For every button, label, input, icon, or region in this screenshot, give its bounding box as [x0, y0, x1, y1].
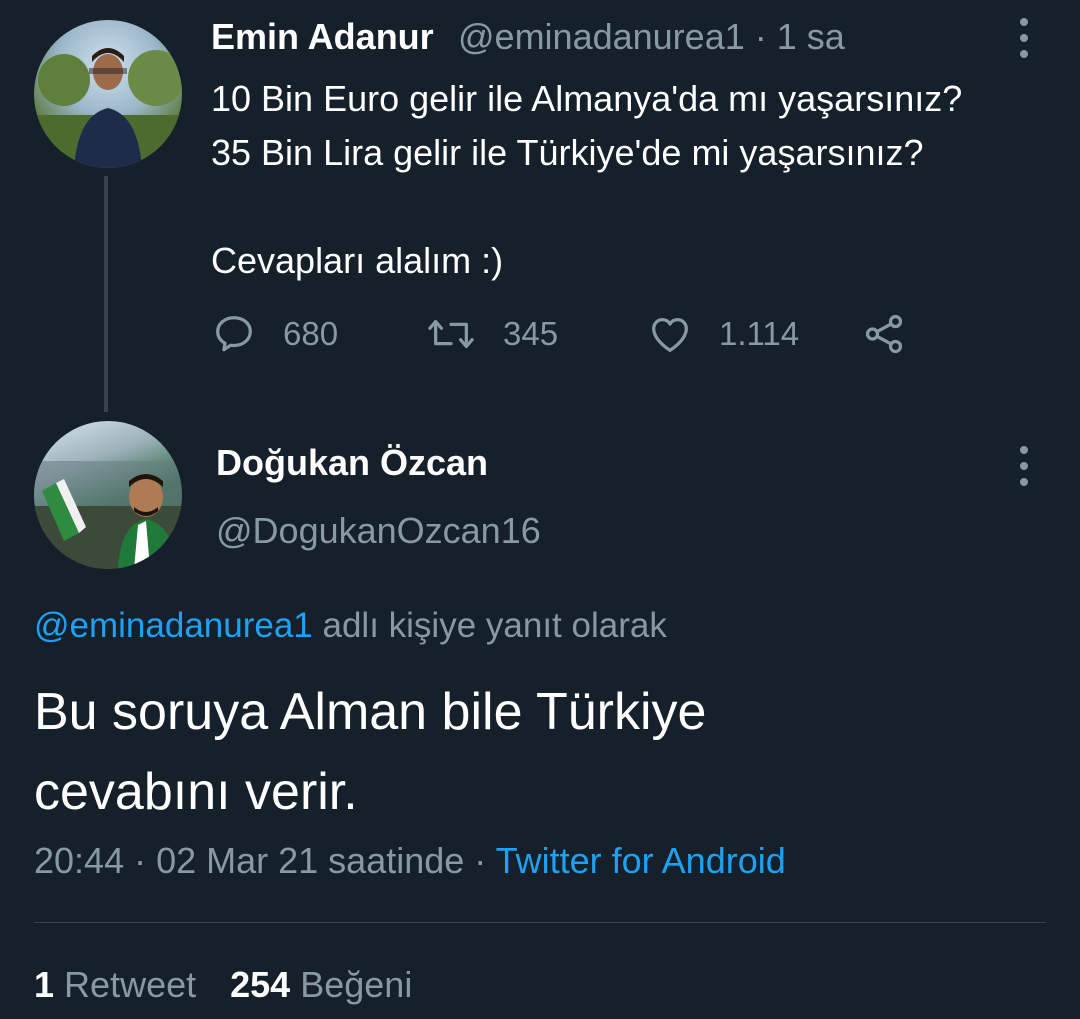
- avatar-emin-adanur[interactable]: [34, 20, 182, 168]
- tweet-text-line: cevabını verir.: [34, 763, 358, 821]
- timestamp-text[interactable]: 20:44 · 02 Mar 21 saatinde ·: [34, 840, 496, 881]
- heart-icon: [652, 317, 688, 352]
- share-button[interactable]: [861, 306, 907, 362]
- like-count: 1.114: [719, 315, 800, 352]
- divider: [34, 922, 1046, 923]
- author-handle[interactable]: @DogukanOzcan16: [216, 510, 541, 552]
- parent-more-options-icon[interactable]: [1018, 18, 1030, 58]
- avatar-photo: [34, 48, 182, 168]
- like-button[interactable]: 1.114: [647, 306, 799, 362]
- like-total: 254: [230, 964, 291, 1005]
- tweet-detail-page: Emin Adanur @eminadanurea1 · 1 sa 10 Bin…: [0, 0, 1080, 1019]
- likes-stat[interactable]: 254 Beğeni: [230, 964, 412, 1005]
- retweet-button[interactable]: 345: [425, 306, 558, 362]
- parent-text-line: Cevapları alalım :): [211, 240, 504, 281]
- retweets-stat[interactable]: 1 Retweet: [34, 964, 196, 1005]
- retweet-count: 345: [503, 315, 559, 352]
- parent-handle[interactable]: @eminadanurea1: [458, 16, 745, 57]
- reply-count: 680: [283, 315, 339, 352]
- thread-connector-line: [104, 176, 108, 412]
- parent-text-line: [211, 180, 1061, 234]
- parent-text-line: 10 Bin Euro gelir ile Almanya'da mı yaşa…: [211, 78, 963, 119]
- tweet-text: Bu soruya Alman bile Türkiye cevabını ve…: [34, 672, 1034, 832]
- parent-author-name[interactable]: Emin Adanur: [211, 16, 434, 58]
- reply-context: @eminadanurea1 adlı kişiye yanıt olarak: [34, 606, 667, 646]
- tweet-timestamp: 20:44 · 02 Mar 21 saatinde · Twitter for…: [34, 840, 786, 882]
- retweet-icon: [428, 319, 474, 349]
- parent-text-line: 35 Bin Lira gelir ile Türkiye'de mi yaşa…: [211, 132, 924, 173]
- retweet-label: Retweet: [64, 964, 197, 1005]
- parent-time[interactable]: 1 sa: [777, 16, 845, 57]
- share-icon: [865, 314, 903, 354]
- author-name[interactable]: Doğukan Özcan: [216, 442, 488, 484]
- parent-time-separator: ·: [754, 16, 767, 57]
- avatar-photo: [34, 461, 182, 569]
- parent-meta: @eminadanurea1 · 1 sa: [458, 16, 845, 58]
- avatar-dogukan-ozcan[interactable]: [34, 421, 182, 569]
- parent-tweet-text: 10 Bin Euro gelir ile Almanya'da mı yaşa…: [211, 72, 1061, 288]
- comment-icon: [216, 316, 252, 352]
- like-label: Beğeni: [300, 964, 413, 1005]
- engagement-stats: 1 Retweet 254 Beğeni: [34, 964, 412, 1006]
- retweet-total: 1: [34, 964, 55, 1005]
- reply-button[interactable]: 680: [211, 306, 338, 362]
- reply-to-suffix: adlı kişiye yanıt olarak: [312, 606, 667, 645]
- tweet-text-line: Bu soruya Alman bile Türkiye: [34, 683, 707, 741]
- reply-to-mention[interactable]: @eminadanurea1: [34, 606, 313, 645]
- more-options-icon[interactable]: [1018, 446, 1030, 486]
- source-link[interactable]: Twitter for Android: [496, 840, 786, 881]
